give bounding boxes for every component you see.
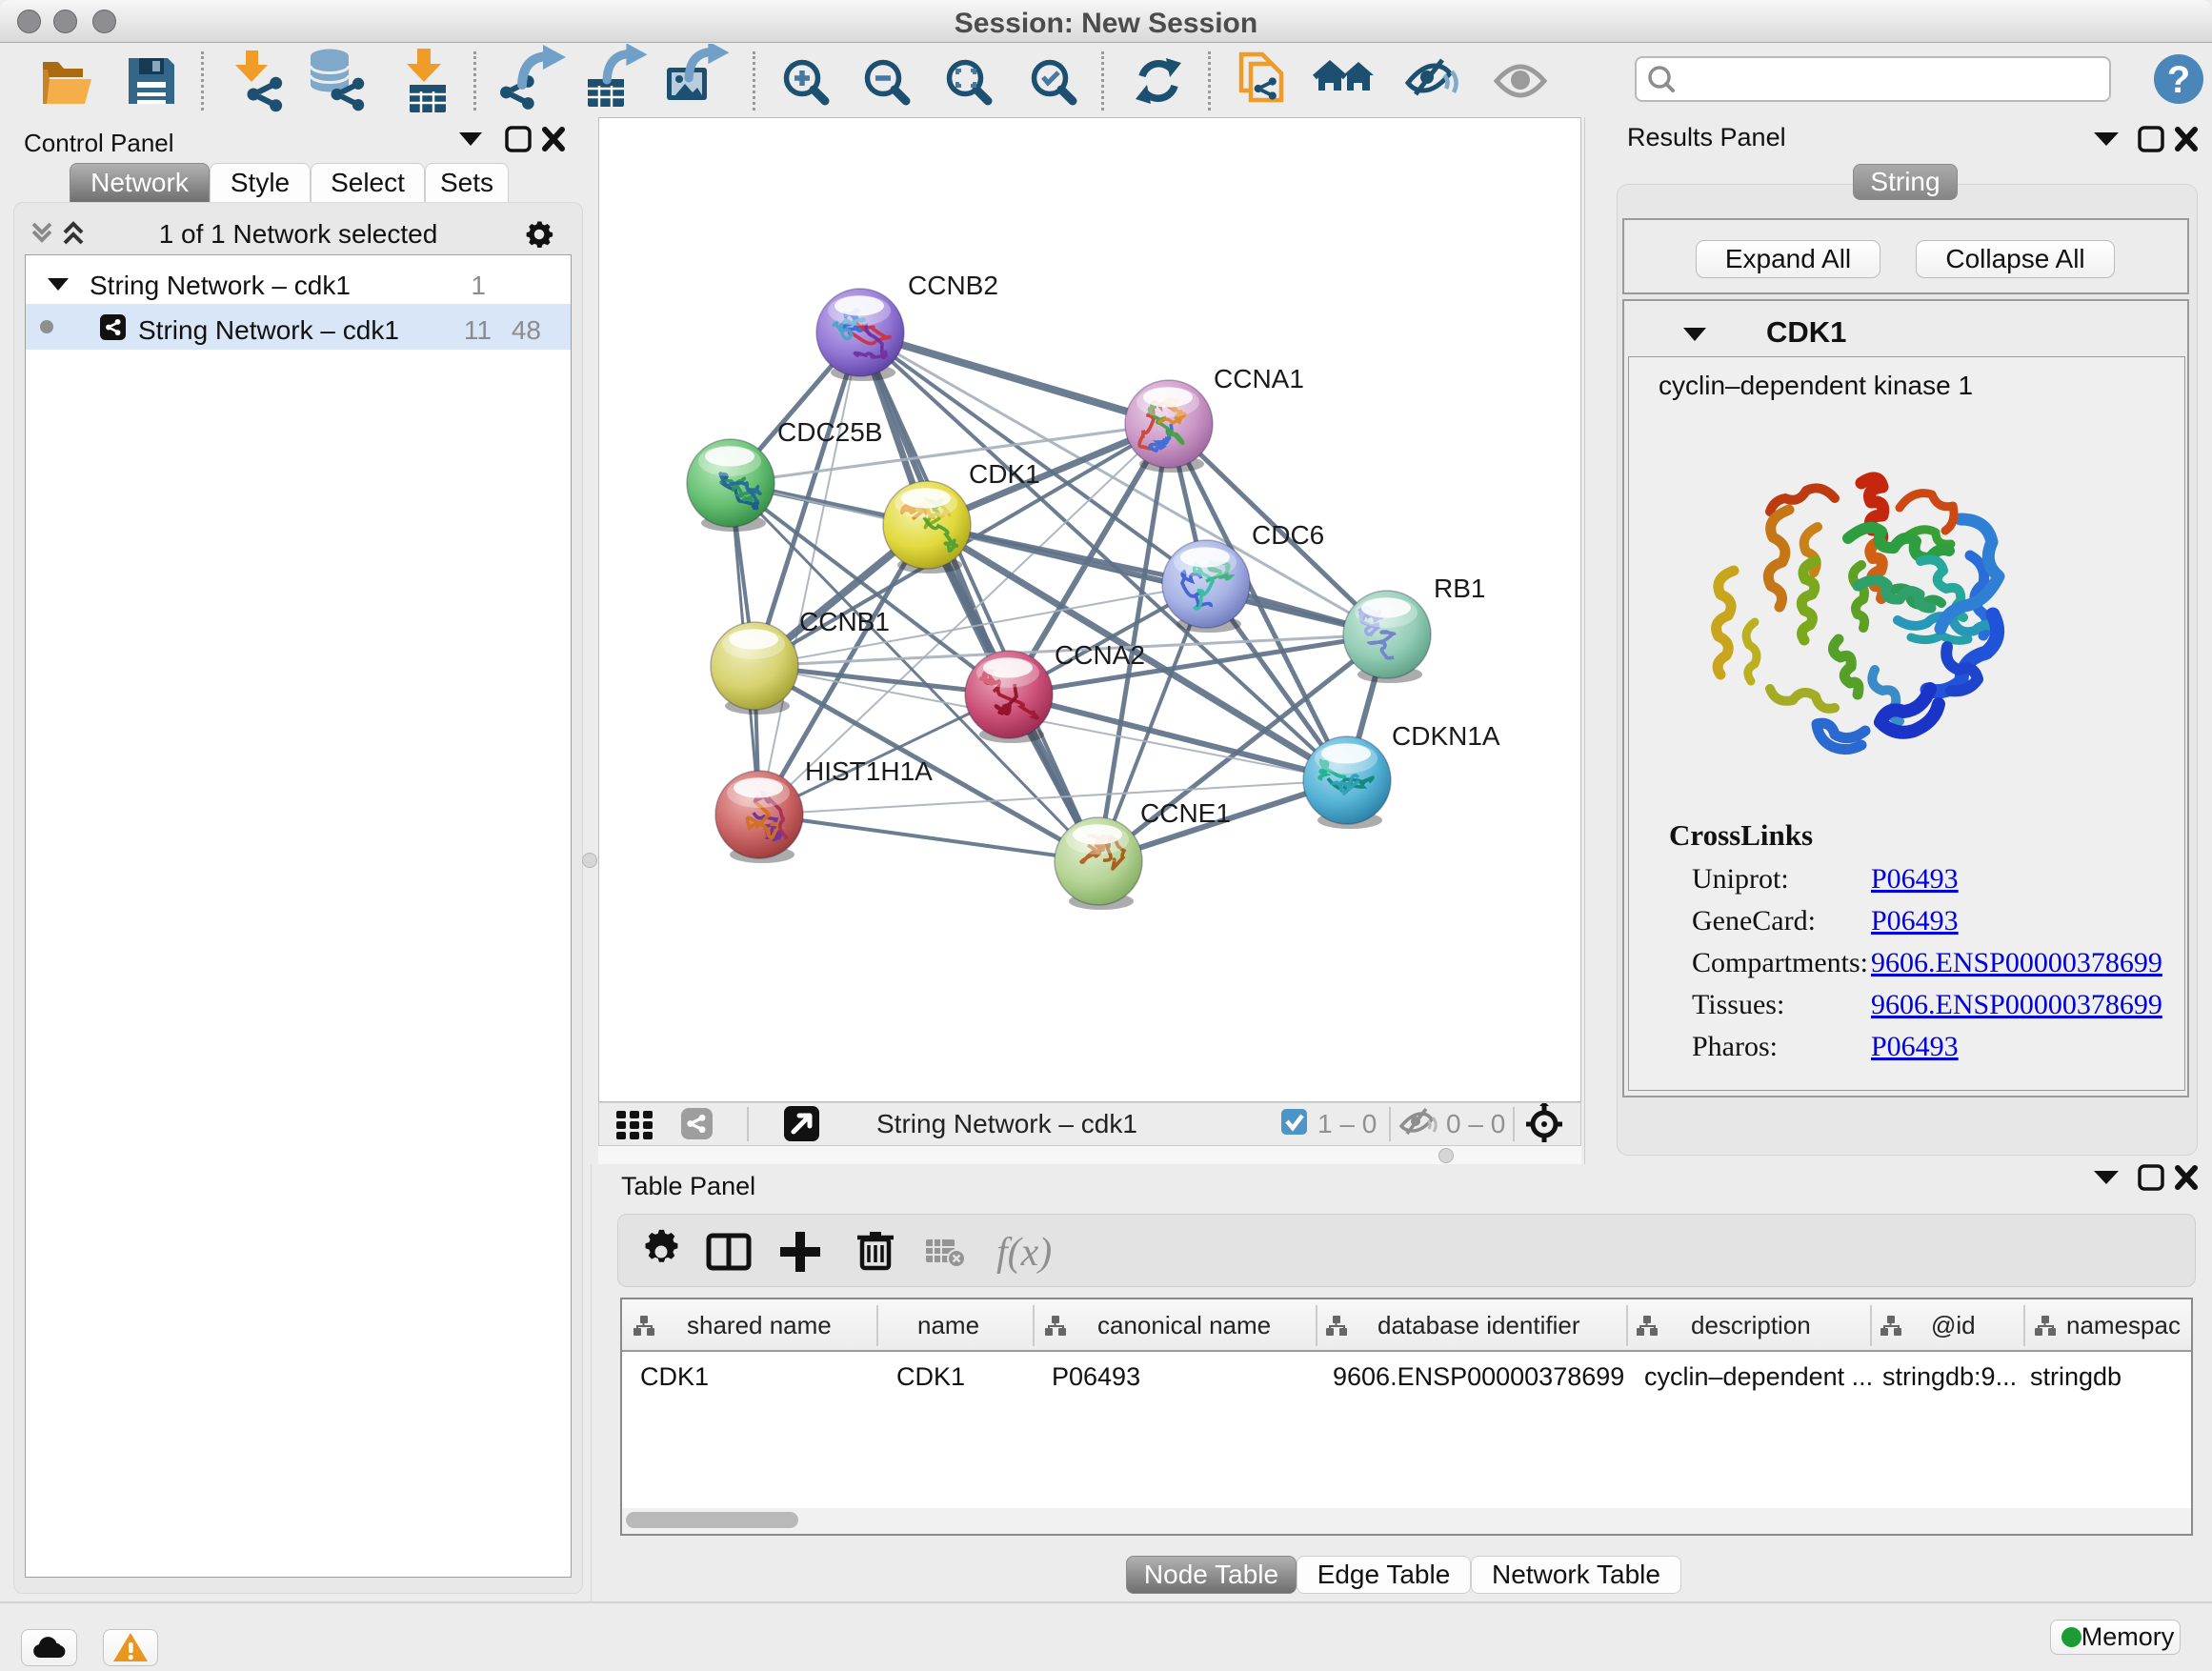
svg-text:CDKN1A: CDKN1A xyxy=(1392,721,1500,751)
svg-text:database identifier: database identifier xyxy=(1377,1311,1580,1339)
svg-text:CCNE1: CCNE1 xyxy=(1140,798,1231,828)
svg-text:name: name xyxy=(917,1311,979,1339)
svg-text:CCNA2: CCNA2 xyxy=(1055,640,1145,670)
svg-text:1 – 0: 1 – 0 xyxy=(1317,1109,1377,1138)
svg-text:9606.ENSP00000378699: 9606.ENSP00000378699 xyxy=(1333,1362,1624,1391)
svg-text:CCNB1: CCNB1 xyxy=(799,607,890,636)
svg-text:CDK1: CDK1 xyxy=(640,1362,709,1391)
svg-text:cyclin–dependent ...: cyclin–dependent ... xyxy=(1644,1362,1873,1391)
svg-text:f(x): f(x) xyxy=(996,1231,1052,1275)
svg-text:CDK1: CDK1 xyxy=(969,459,1040,489)
svg-text:stringdb: stringdb xyxy=(2030,1362,2122,1391)
svg-text:CCNA1: CCNA1 xyxy=(1214,364,1304,393)
svg-text:namespac: namespac xyxy=(2066,1311,2181,1339)
svg-text:0 – 0: 0 – 0 xyxy=(1446,1109,1505,1138)
svg-text:?: ? xyxy=(2167,59,2190,101)
svg-text:CDC6: CDC6 xyxy=(1252,520,1324,550)
svg-text:P06493: P06493 xyxy=(1052,1362,1140,1391)
svg-text:shared name: shared name xyxy=(687,1311,832,1339)
svg-text:CDK1: CDK1 xyxy=(896,1362,965,1391)
svg-text:@id: @id xyxy=(1931,1311,1976,1339)
svg-text:String Network – cdk1: String Network – cdk1 xyxy=(876,1109,1137,1138)
svg-text:stringdb:9...: stringdb:9... xyxy=(1882,1362,2017,1391)
svg-text:description: description xyxy=(1691,1311,1811,1339)
svg-text:HIST1H1A: HIST1H1A xyxy=(805,756,933,786)
svg-text:canonical name: canonical name xyxy=(1097,1311,1271,1339)
svg-text:CCNB2: CCNB2 xyxy=(908,271,998,300)
svg-text:RB1: RB1 xyxy=(1434,574,1485,603)
svg-text:CDC25B: CDC25B xyxy=(777,417,882,447)
